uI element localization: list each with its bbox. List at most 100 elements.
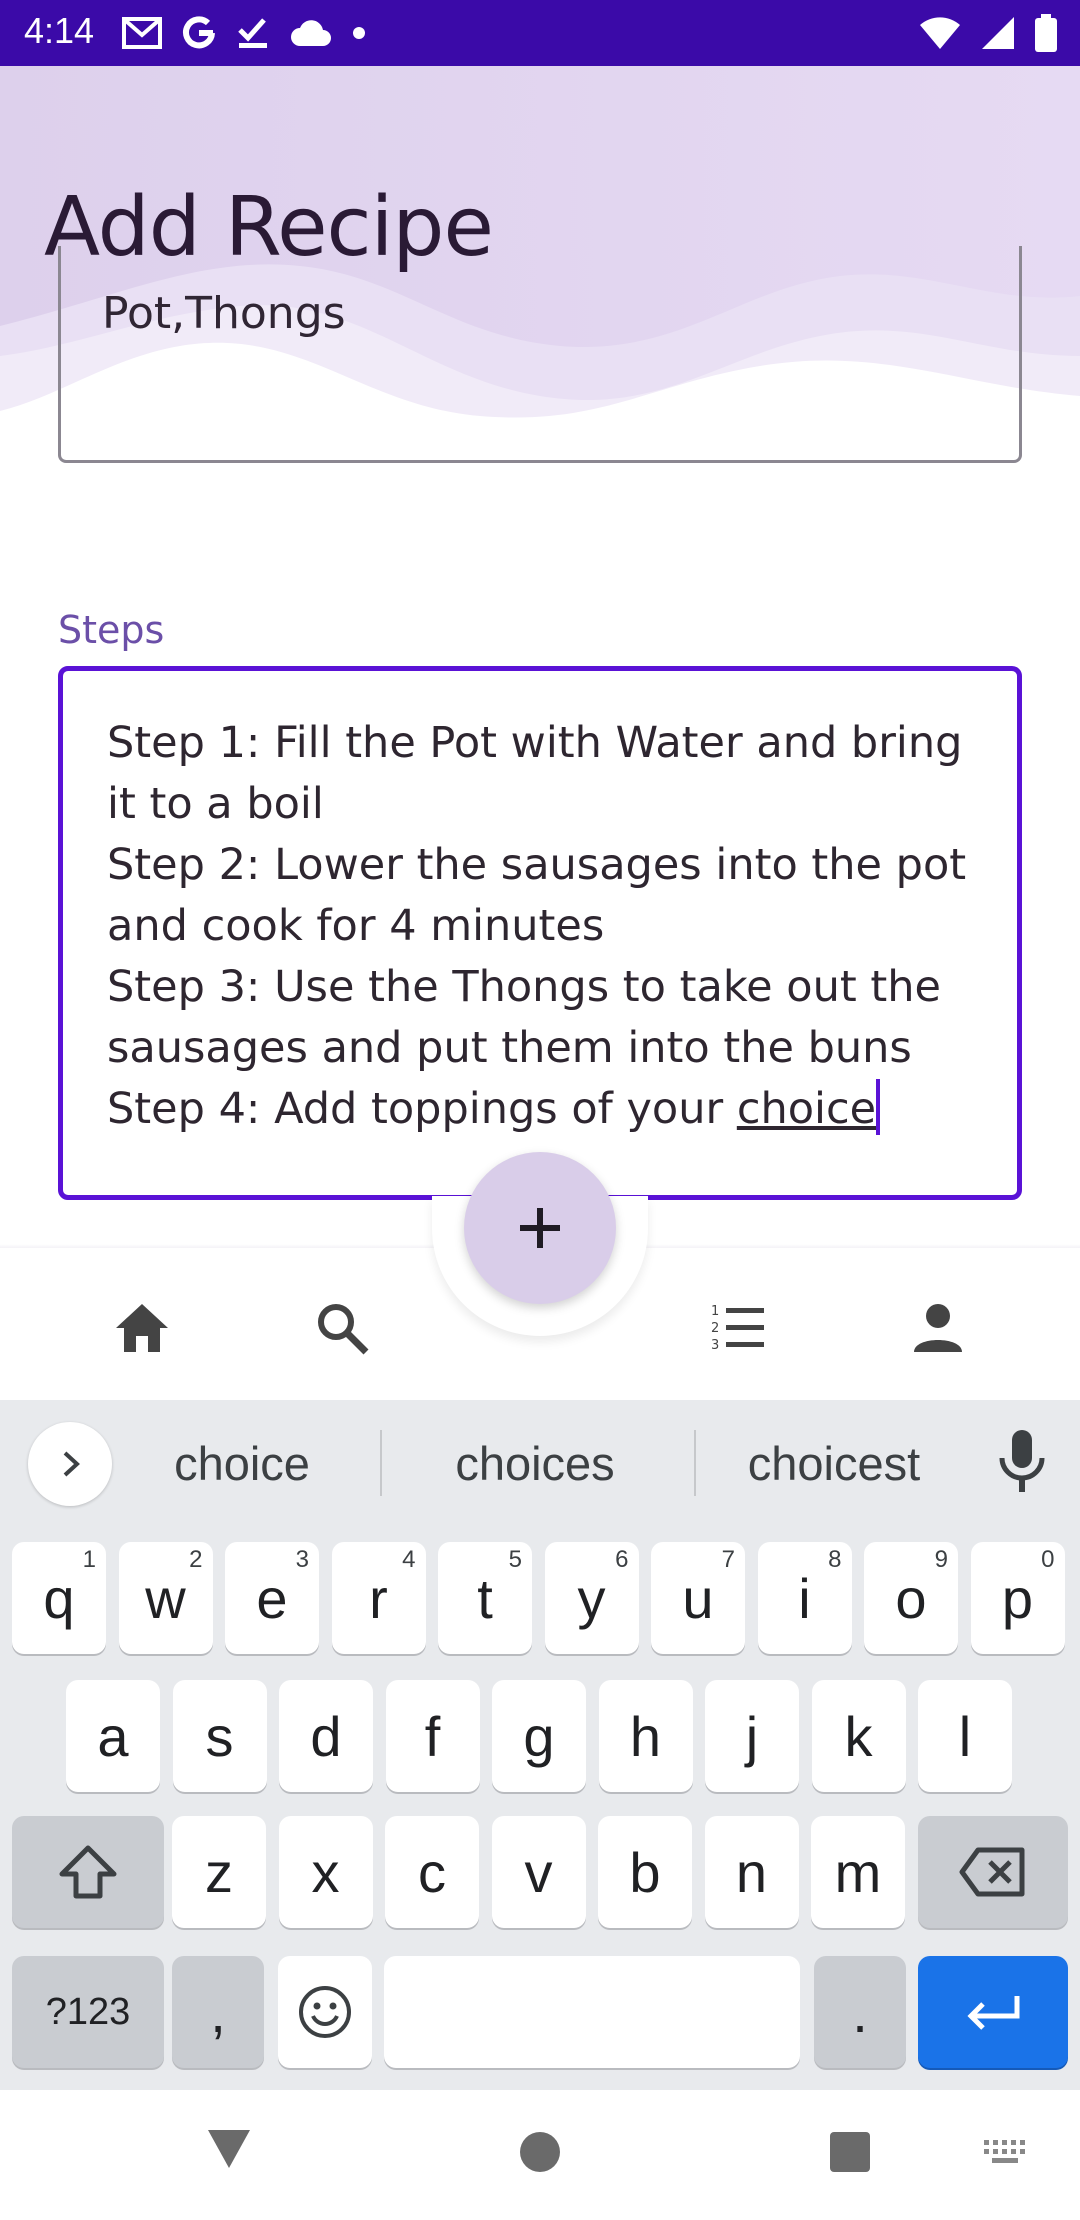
suggestion-divider: [380, 1430, 382, 1496]
key-hint: 5: [508, 1546, 522, 1573]
enter-key[interactable]: [918, 1956, 1068, 2068]
chevron-right-icon: [63, 1451, 80, 1477]
key-x[interactable]: x: [278, 1816, 373, 1928]
key-label: r: [369, 1566, 388, 1630]
enter-icon: [967, 1996, 1020, 2030]
key-label: y: [577, 1566, 606, 1630]
person-icon[interactable]: [908, 1298, 968, 1358]
comma-key[interactable]: ,: [172, 1956, 264, 2068]
suggestion-2[interactable]: choices: [410, 1436, 660, 1491]
steps-text: Step 1: Fill the Pot with Water and brin…: [107, 718, 967, 1134]
expand-suggestions-button[interactable]: [28, 1422, 112, 1506]
key-o[interactable]: o9: [864, 1542, 958, 1654]
steps-field[interactable]: Step 1: Fill the Pot with Water and brin…: [58, 666, 1022, 1200]
key-label: p: [1001, 1566, 1034, 1630]
shift-key[interactable]: [12, 1816, 164, 1928]
soft-keyboard: choice choices choicest q1w2e3r4t5y6u7i8…: [0, 1400, 1080, 2090]
key-g[interactable]: g: [492, 1680, 586, 1792]
list-icon[interactable]: 1 2 3: [708, 1298, 768, 1358]
key-m[interactable]: m: [811, 1816, 905, 1928]
key-label: o: [895, 1566, 927, 1630]
key-j[interactable]: j: [705, 1680, 799, 1792]
recents-square-icon[interactable]: [828, 2130, 872, 2174]
key-hint: 8: [828, 1546, 842, 1573]
key-p[interactable]: p0: [970, 1542, 1065, 1654]
suggestion-divider: [694, 1430, 696, 1496]
task-check-icon: [238, 18, 267, 48]
gmail-icon: [122, 17, 162, 49]
battery-icon: [1035, 14, 1057, 52]
key-label: e: [256, 1566, 288, 1630]
key-u[interactable]: u7: [651, 1542, 745, 1654]
key-e[interactable]: e3: [225, 1542, 319, 1654]
key-c[interactable]: c: [385, 1816, 479, 1928]
key-v[interactable]: v: [491, 1816, 586, 1928]
key-i[interactable]: i8: [757, 1542, 852, 1654]
emoji-icon: [299, 1986, 351, 2038]
key-h[interactable]: h: [598, 1680, 693, 1792]
ingredients-value: Pot,Thongs: [102, 288, 346, 339]
home-circle-icon[interactable]: [518, 2130, 562, 2174]
key-w[interactable]: w2: [118, 1542, 213, 1654]
steps-label: Steps: [58, 608, 165, 652]
suggestion-3[interactable]: choicest: [712, 1436, 956, 1491]
key-hint: 6: [615, 1546, 629, 1573]
key-l[interactable]: l: [918, 1680, 1012, 1792]
google-icon: [183, 16, 215, 49]
underlined-word: choice: [736, 1084, 877, 1134]
shift-icon: [59, 1845, 117, 1899]
key-r[interactable]: r4: [331, 1542, 426, 1654]
system-navigation-bar: [0, 2090, 1080, 2220]
suggestion-bar: choice choices choicest: [0, 1400, 1080, 1528]
key-z[interactable]: z: [172, 1816, 266, 1928]
key-k[interactable]: k: [811, 1680, 906, 1792]
steps-value: Step 1: Fill the Pot with Water and brin…: [107, 713, 987, 1140]
emoji-key[interactable]: [278, 1956, 372, 2068]
svg-text:2: 2: [711, 1321, 719, 1336]
key-label: i: [798, 1566, 811, 1630]
status-time: 4:14: [24, 10, 95, 51]
key-label: w: [145, 1566, 186, 1630]
key-y[interactable]: y6: [544, 1542, 639, 1654]
keyboard-switch-icon[interactable]: [982, 2138, 1028, 2166]
key-hint: 4: [402, 1546, 416, 1573]
text-caret: [876, 1079, 881, 1135]
key-t[interactable]: t5: [438, 1542, 532, 1654]
key-d[interactable]: d: [279, 1680, 373, 1792]
backspace-icon: [959, 1847, 1025, 1897]
key-q[interactable]: q1: [12, 1542, 106, 1654]
status-bar: 4:14: [0, 0, 1080, 66]
period-key[interactable]: .: [814, 1956, 906, 2068]
key-hint: 7: [721, 1546, 735, 1573]
key-label: t: [477, 1566, 493, 1630]
backspace-key[interactable]: [918, 1816, 1068, 1928]
key-b[interactable]: b: [598, 1816, 692, 1928]
back-triangle-icon[interactable]: [206, 2128, 252, 2170]
search-icon[interactable]: [312, 1298, 372, 1358]
status-notification-icons: [122, 12, 366, 54]
key-label: u: [682, 1566, 714, 1630]
key-label: q: [43, 1566, 75, 1630]
key-hint: 3: [295, 1546, 309, 1573]
key-hint: 0: [1041, 1546, 1055, 1573]
key-f[interactable]: f: [385, 1680, 480, 1792]
wifi-icon: [920, 17, 960, 49]
signal-icon: [982, 17, 1014, 49]
microphone-icon[interactable]: [992, 1426, 1052, 1496]
space-key[interactable]: [384, 1956, 800, 2068]
svg-text:3: 3: [711, 1338, 719, 1353]
dot-icon: [353, 27, 365, 39]
status-system-icons: [918, 12, 1058, 54]
suggestion-1[interactable]: choice: [130, 1436, 354, 1491]
add-fab-button[interactable]: [464, 1152, 616, 1304]
key-a[interactable]: a: [66, 1680, 160, 1792]
home-icon[interactable]: [112, 1298, 172, 1358]
key-hint: 2: [189, 1546, 203, 1573]
key-s[interactable]: s: [172, 1680, 267, 1792]
key-n[interactable]: n: [704, 1816, 799, 1928]
svg-text:1: 1: [711, 1304, 719, 1319]
key-hint: 9: [934, 1546, 948, 1573]
cloud-icon: [291, 20, 331, 46]
ingredients-field[interactable]: [58, 246, 1022, 463]
symbols-key[interactable]: ?123: [12, 1956, 164, 2068]
